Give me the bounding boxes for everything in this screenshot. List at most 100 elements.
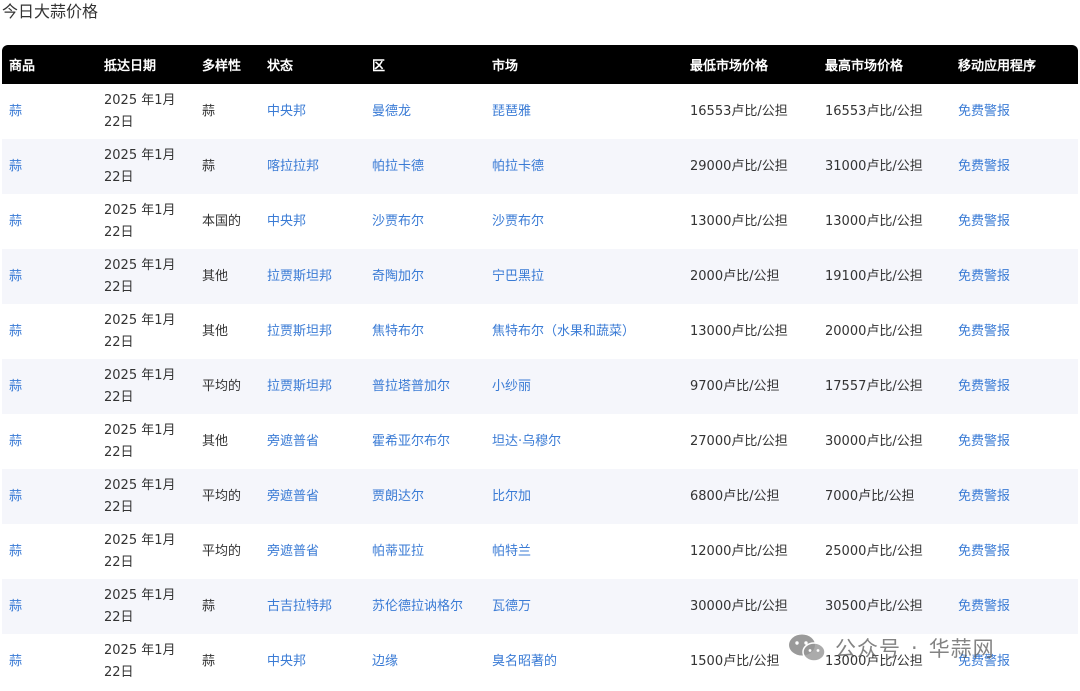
table-row: 蒜 2025 年1月22日 其他 拉贾斯坦邦 焦特布尔 焦特布尔（水果和蔬菜） 13000卢… xyxy=(2,304,1078,359)
arrival-date-cell: 2025 年1月22日 xyxy=(104,367,176,405)
district-link[interactable]: 边缘 xyxy=(372,654,398,669)
free-alert-cell: 免费警报 xyxy=(951,579,1078,634)
commodity-cell: 蒜 xyxy=(2,84,97,139)
state-link[interactable]: 中央邦 xyxy=(267,654,306,669)
district-link[interactable]: 帕蒂亚拉 xyxy=(372,544,424,559)
state-link[interactable]: 古吉拉特邦 xyxy=(267,599,332,614)
max-price-cell: 16553卢比/公担 xyxy=(825,103,923,119)
commodity-link[interactable]: 蒜 xyxy=(9,214,22,229)
free-alert-link[interactable]: 免费警报 xyxy=(958,159,1010,174)
table-row: 蒜 2025 年1月22日 蒜 古吉拉特邦 苏伦德拉讷格尔 瓦德万 30000卢比/公担 30… xyxy=(2,579,1078,634)
state-link[interactable]: 旁遮普省 xyxy=(267,544,319,559)
commodity-link[interactable]: 蒜 xyxy=(9,104,22,119)
free-alert-link[interactable]: 免费警报 xyxy=(958,104,1010,119)
state-link[interactable]: 拉贾斯坦邦 xyxy=(267,269,332,284)
min-price-cell: 2000卢比/公担 xyxy=(690,268,780,284)
max-price-cell: 19100卢比/公担 xyxy=(825,268,923,284)
state-link[interactable]: 中央邦 xyxy=(267,214,306,229)
district-link[interactable]: 霍希亚尔布尔 xyxy=(372,434,450,449)
free-alert-cell: 免费警报 xyxy=(951,359,1078,414)
max-price-cell: 17557卢比/公担 xyxy=(825,378,923,394)
arrival-date-cell: 2025 年1月22日 xyxy=(104,477,176,515)
market-cell: 瓦德万 xyxy=(485,579,683,634)
min-price-cell: 16553卢比/公担 xyxy=(690,103,788,119)
header-max-price: 最高市场价格 xyxy=(825,59,904,74)
state-cell: 中央邦 xyxy=(260,194,365,249)
max-price-cell: 30000卢比/公担 xyxy=(825,433,923,449)
commodity-cell: 蒜 xyxy=(2,524,97,579)
commodity-link[interactable]: 蒜 xyxy=(9,159,22,174)
free-alert-link[interactable]: 免费警报 xyxy=(958,214,1010,229)
market-link[interactable]: 小纱丽 xyxy=(492,379,531,394)
free-alert-link[interactable]: 免费警报 xyxy=(958,489,1010,504)
state-cell: 旁遮普省 xyxy=(260,469,365,524)
state-cell: 拉贾斯坦邦 xyxy=(260,304,365,359)
commodity-link[interactable]: 蒜 xyxy=(9,269,22,284)
state-link[interactable]: 拉贾斯坦邦 xyxy=(267,379,332,394)
market-link[interactable]: 比尔加 xyxy=(492,489,531,504)
table-row: 蒜 2025 年1月22日 本国的 中央邦 沙贾布尔 沙贾布尔 13000卢比/公担 1300… xyxy=(2,194,1078,249)
market-link[interactable]: 帕特兰 xyxy=(492,544,531,559)
free-alert-link[interactable]: 免费警报 xyxy=(958,654,1010,669)
free-alert-link[interactable]: 免费警报 xyxy=(958,324,1010,339)
state-link[interactable]: 旁遮普省 xyxy=(267,434,319,449)
commodity-link[interactable]: 蒜 xyxy=(9,434,22,449)
free-alert-link[interactable]: 免费警报 xyxy=(958,544,1010,559)
free-alert-link[interactable]: 免费警报 xyxy=(958,599,1010,614)
variety-cell: 其他 xyxy=(202,433,229,449)
district-link[interactable]: 贾朗达尔 xyxy=(372,489,424,504)
state-cell: 旁遮普省 xyxy=(260,414,365,469)
free-alert-cell: 免费警报 xyxy=(951,634,1078,689)
max-price-cell: 30500卢比/公担 xyxy=(825,598,923,614)
table-body: 蒜 2025 年1月22日蒜中央邦 曼德龙 琵琶雅 16553卢比/公担 16553卢比/… xyxy=(2,84,1078,689)
state-link[interactable]: 旁遮普省 xyxy=(267,489,319,504)
table-row: 蒜 2025 年1月22日 蒜 中央邦 曼德龙 琵琶雅 16553卢比/公担 16553卢比/… xyxy=(2,84,1078,139)
district-link[interactable]: 曼德龙 xyxy=(372,104,411,119)
commodity-link[interactable]: 蒜 xyxy=(9,324,22,339)
market-cell: 琵琶雅 xyxy=(485,84,683,139)
header-district: 区 xyxy=(372,59,386,74)
commodity-cell: 蒜 xyxy=(2,139,97,194)
district-link[interactable]: 奇陶加尔 xyxy=(372,269,424,284)
table-row: 蒜 2025 年1月22日 其他 拉贾斯坦邦 奇陶加尔 宁巴黑拉 2000卢比/公担 1910… xyxy=(2,249,1078,304)
market-link[interactable]: 琵琶雅 xyxy=(492,104,531,119)
district-cell: 普拉塔普加尔 xyxy=(365,359,485,414)
market-cell: 臭名昭著的 xyxy=(485,634,683,689)
market-link[interactable]: 焦特布尔（水果和蔬菜） xyxy=(492,324,635,339)
market-link[interactable]: 沙贾布尔 xyxy=(492,214,544,229)
state-cell: 拉贾斯坦邦 xyxy=(260,249,365,304)
market-link[interactable]: 瓦德万 xyxy=(492,599,531,614)
min-price-cell: 27000卢比/公担 xyxy=(690,433,788,449)
free-alert-cell: 免费警报 xyxy=(951,469,1078,524)
district-link[interactable]: 普拉塔普加尔 xyxy=(372,379,450,394)
header-state: 状态 xyxy=(267,59,294,74)
commodity-link[interactable]: 蒜 xyxy=(9,544,22,559)
commodity-link[interactable]: 蒜 xyxy=(9,489,22,504)
commodity-link[interactable]: 蒜 xyxy=(9,599,22,614)
market-cell: 帕特兰 xyxy=(485,524,683,579)
commodity-link[interactable]: 蒜 xyxy=(9,379,22,394)
free-alert-link[interactable]: 免费警报 xyxy=(958,379,1010,394)
header-arrival-date: 抵达日期 xyxy=(104,59,157,74)
free-alert-link[interactable]: 免费警报 xyxy=(958,269,1010,284)
commodity-cell: 蒜 xyxy=(2,249,97,304)
district-link[interactable]: 苏伦德拉讷格尔 xyxy=(372,599,463,614)
free-alert-link[interactable]: 免费警报 xyxy=(958,434,1010,449)
market-link[interactable]: 帕拉卡德 xyxy=(492,159,544,174)
district-link[interactable]: 帕拉卡德 xyxy=(372,159,424,174)
max-price-cell: 13000卢比/公担 xyxy=(825,653,923,669)
state-cell: 喀拉拉邦 xyxy=(260,139,365,194)
state-link[interactable]: 喀拉拉邦 xyxy=(267,159,319,174)
market-link[interactable]: 臭名昭著的 xyxy=(492,654,557,669)
market-link[interactable]: 坦达·乌穆尔 xyxy=(492,434,561,449)
state-link[interactable]: 中央邦 xyxy=(267,104,306,119)
market-link[interactable]: 宁巴黑拉 xyxy=(492,269,544,284)
market-cell: 小纱丽 xyxy=(485,359,683,414)
state-link[interactable]: 拉贾斯坦邦 xyxy=(267,324,332,339)
commodity-cell: 蒜 xyxy=(2,634,97,689)
header-commodity: 商品 xyxy=(9,59,36,74)
commodity-link[interactable]: 蒜 xyxy=(9,654,22,669)
district-link[interactable]: 焦特布尔 xyxy=(372,324,424,339)
free-alert-cell: 免费警报 xyxy=(951,414,1078,469)
district-link[interactable]: 沙贾布尔 xyxy=(372,214,424,229)
